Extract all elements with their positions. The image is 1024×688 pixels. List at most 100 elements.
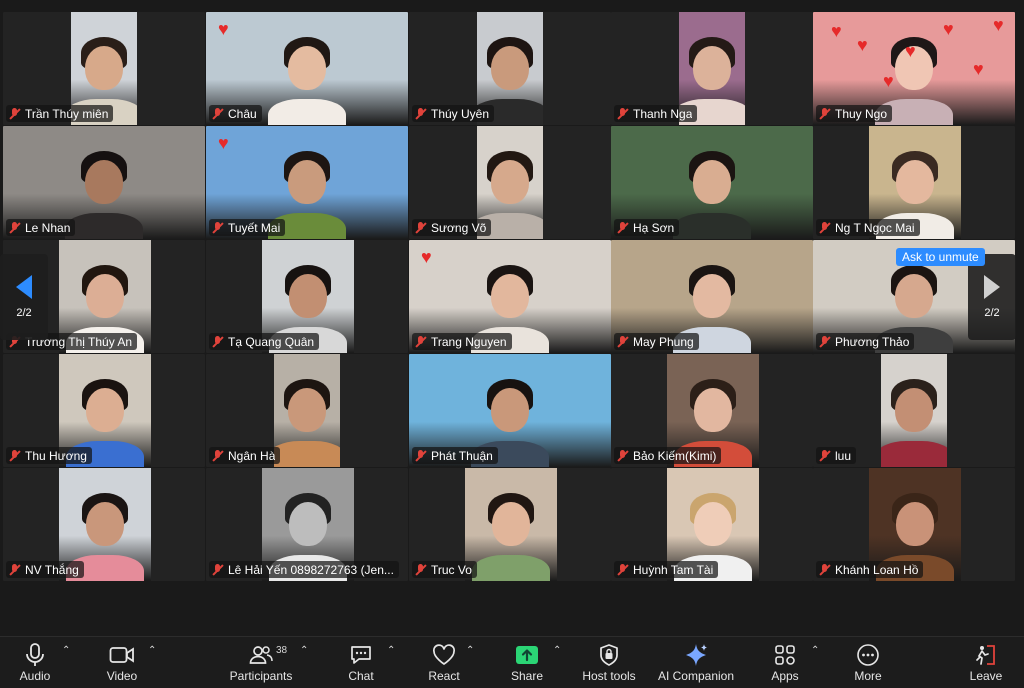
participant-nametag: Trang Nguyen xyxy=(412,333,512,350)
participant-nametag: Phát Thuận xyxy=(412,447,498,464)
participant-tile[interactable]: Truc Vo xyxy=(409,468,611,581)
prev-page-button[interactable]: 2/2 xyxy=(0,254,48,340)
participant-figure xyxy=(288,159,326,204)
participant-tile[interactable]: Huỳnh Tam Tài xyxy=(611,468,813,581)
participant-name: Châu xyxy=(228,106,257,121)
more-dots-icon xyxy=(853,641,883,669)
sparkle-icon xyxy=(681,641,711,669)
participant-tile[interactable]: Tạ Quang Quân xyxy=(206,240,408,353)
participant-nametag: Hạ Sơn xyxy=(614,219,680,236)
participant-figure xyxy=(491,159,529,204)
participant-tile[interactable]: Ngân Hà xyxy=(206,354,408,467)
participant-tile[interactable]: Sương Võ xyxy=(409,126,611,239)
video-options-caret[interactable]: ⌃ xyxy=(148,645,158,656)
participant-name: Ngân Hà xyxy=(228,448,276,463)
muted-mic-icon xyxy=(819,107,831,120)
muted-mic-icon xyxy=(9,221,21,234)
apps-options-caret[interactable]: ⌃ xyxy=(811,645,821,656)
muted-mic-icon xyxy=(819,563,831,576)
participant-tile[interactable]: Bảo Kiếm(Kimi) xyxy=(611,354,813,467)
muted-mic-icon xyxy=(415,563,427,576)
muted-mic-icon xyxy=(617,221,629,234)
participant-figure xyxy=(65,213,143,239)
muted-mic-icon xyxy=(9,563,21,576)
participant-tile[interactable]: Phát Thuận xyxy=(409,354,611,467)
participant-tile[interactable]: Hạ Sơn xyxy=(611,126,813,239)
chat-options-caret[interactable]: ⌃ xyxy=(387,645,397,656)
participant-figure xyxy=(694,387,732,432)
participant-nametag: Sương Võ xyxy=(412,219,492,236)
next-page-button[interactable]: 2/2 xyxy=(968,254,1016,340)
participants-count: 38 xyxy=(276,645,288,656)
participant-name: Le Nhan xyxy=(25,220,71,235)
participant-tile[interactable]: May Phung xyxy=(611,240,813,353)
heart-reaction-icon: ♥ xyxy=(973,59,984,79)
ai-companion-label: AI Companion xyxy=(657,669,735,683)
participant-tile[interactable]: ♥ Tuyết Mai xyxy=(206,126,408,239)
leave-button[interactable]: Leave xyxy=(964,641,1008,687)
participant-nametag: Trần Thúy miên xyxy=(6,105,114,122)
apps-button[interactable]: Apps xyxy=(764,641,806,687)
apps-icon xyxy=(770,641,800,669)
audio-options-caret[interactable]: ⌃ xyxy=(62,645,72,656)
participant-name: Trần Thúy miên xyxy=(25,106,109,121)
host-tools-button[interactable]: Host tools xyxy=(578,641,640,687)
participant-nametag: Thanh Nga xyxy=(614,105,698,122)
muted-mic-icon xyxy=(415,449,427,462)
ask-to-unmute-button[interactable]: Ask to unmute xyxy=(896,248,985,266)
meeting-toolbar: Audio ⌃ Video ⌃ Participants 38 ⌃ Chat ⌃… xyxy=(0,636,1024,688)
muted-mic-icon xyxy=(617,335,629,348)
participant-tile[interactable]: Thanh Nga xyxy=(611,12,813,125)
muted-mic-icon xyxy=(212,563,224,576)
participants-options-caret[interactable]: ⌃ xyxy=(300,645,310,656)
share-button[interactable]: Share xyxy=(506,641,548,687)
page-indicator-right: 2/2 xyxy=(984,307,1000,319)
participant-figure xyxy=(472,555,550,581)
video-button[interactable]: Video xyxy=(100,641,144,687)
audio-button[interactable]: Audio xyxy=(14,641,56,687)
participant-tile[interactable]: Trần Thúy miên xyxy=(3,12,205,125)
more-label: More xyxy=(854,669,882,683)
participant-video xyxy=(274,354,340,467)
muted-mic-icon xyxy=(9,449,21,462)
muted-mic-icon xyxy=(212,449,224,462)
react-label: React xyxy=(428,669,460,683)
participant-tile[interactable]: ♥ Trang Nguyen xyxy=(409,240,611,353)
participant-figure xyxy=(694,501,732,546)
participant-tile[interactable]: Ng T Ngọc Mai xyxy=(813,126,1015,239)
participant-tile[interactable]: Khánh Loan Hồ xyxy=(813,468,1015,581)
participant-tile[interactable]: Thúy Uyên xyxy=(409,12,611,125)
participant-name: Phát Thuận xyxy=(431,448,493,463)
more-button[interactable]: More xyxy=(847,641,889,687)
arrow-right-icon xyxy=(984,275,1000,299)
heart-reaction-icon: ♥ xyxy=(421,247,432,267)
participant-figure xyxy=(274,441,340,467)
participant-tile[interactable]: Le Nhan xyxy=(3,126,205,239)
participant-tile[interactable]: ♥ ♥ ♥ ♥ ♥ ♥ ♥ Thuy Ngo xyxy=(813,12,1015,125)
participant-nametag: Tạ Quang Quân xyxy=(209,333,320,350)
participant-tile[interactable]: NV Thắng xyxy=(3,468,205,581)
participant-nametag: Huỳnh Tam Tài xyxy=(614,561,719,578)
participant-tile[interactable]: ♥ Châu xyxy=(206,12,408,125)
participant-name: Thanh Nga xyxy=(633,106,693,121)
page-indicator-left: 2/2 xyxy=(16,307,32,319)
shield-icon xyxy=(594,641,624,669)
participant-name: Hạ Sơn xyxy=(633,220,675,235)
participants-icon xyxy=(246,641,276,669)
react-options-caret[interactable]: ⌃ xyxy=(466,645,476,656)
video-gallery: Trần Thúy miên ♥ Châu Thúy Uyên Thanh Nga ♥ ♥ ♥… xyxy=(0,0,1024,636)
participant-figure xyxy=(673,213,751,239)
participant-tile[interactable]: Thu Hương xyxy=(3,354,205,467)
react-button[interactable]: React xyxy=(422,641,466,687)
heart-reaction-icon: ♥ xyxy=(218,133,229,153)
audio-label: Audio xyxy=(19,669,51,683)
participant-tile[interactable]: luu xyxy=(813,354,1015,467)
participant-figure xyxy=(86,387,124,432)
participant-tile[interactable]: Lê Hải Yến 0898272763 (Jen... xyxy=(206,468,408,581)
participant-figure xyxy=(86,273,124,318)
chat-button[interactable]: Chat xyxy=(340,641,382,687)
ai-companion-button[interactable]: AI Companion xyxy=(655,641,737,687)
participant-nametag: Bảo Kiếm(Kimi) xyxy=(614,447,722,464)
share-options-caret[interactable]: ⌃ xyxy=(553,645,563,656)
heart-icon xyxy=(429,641,459,669)
